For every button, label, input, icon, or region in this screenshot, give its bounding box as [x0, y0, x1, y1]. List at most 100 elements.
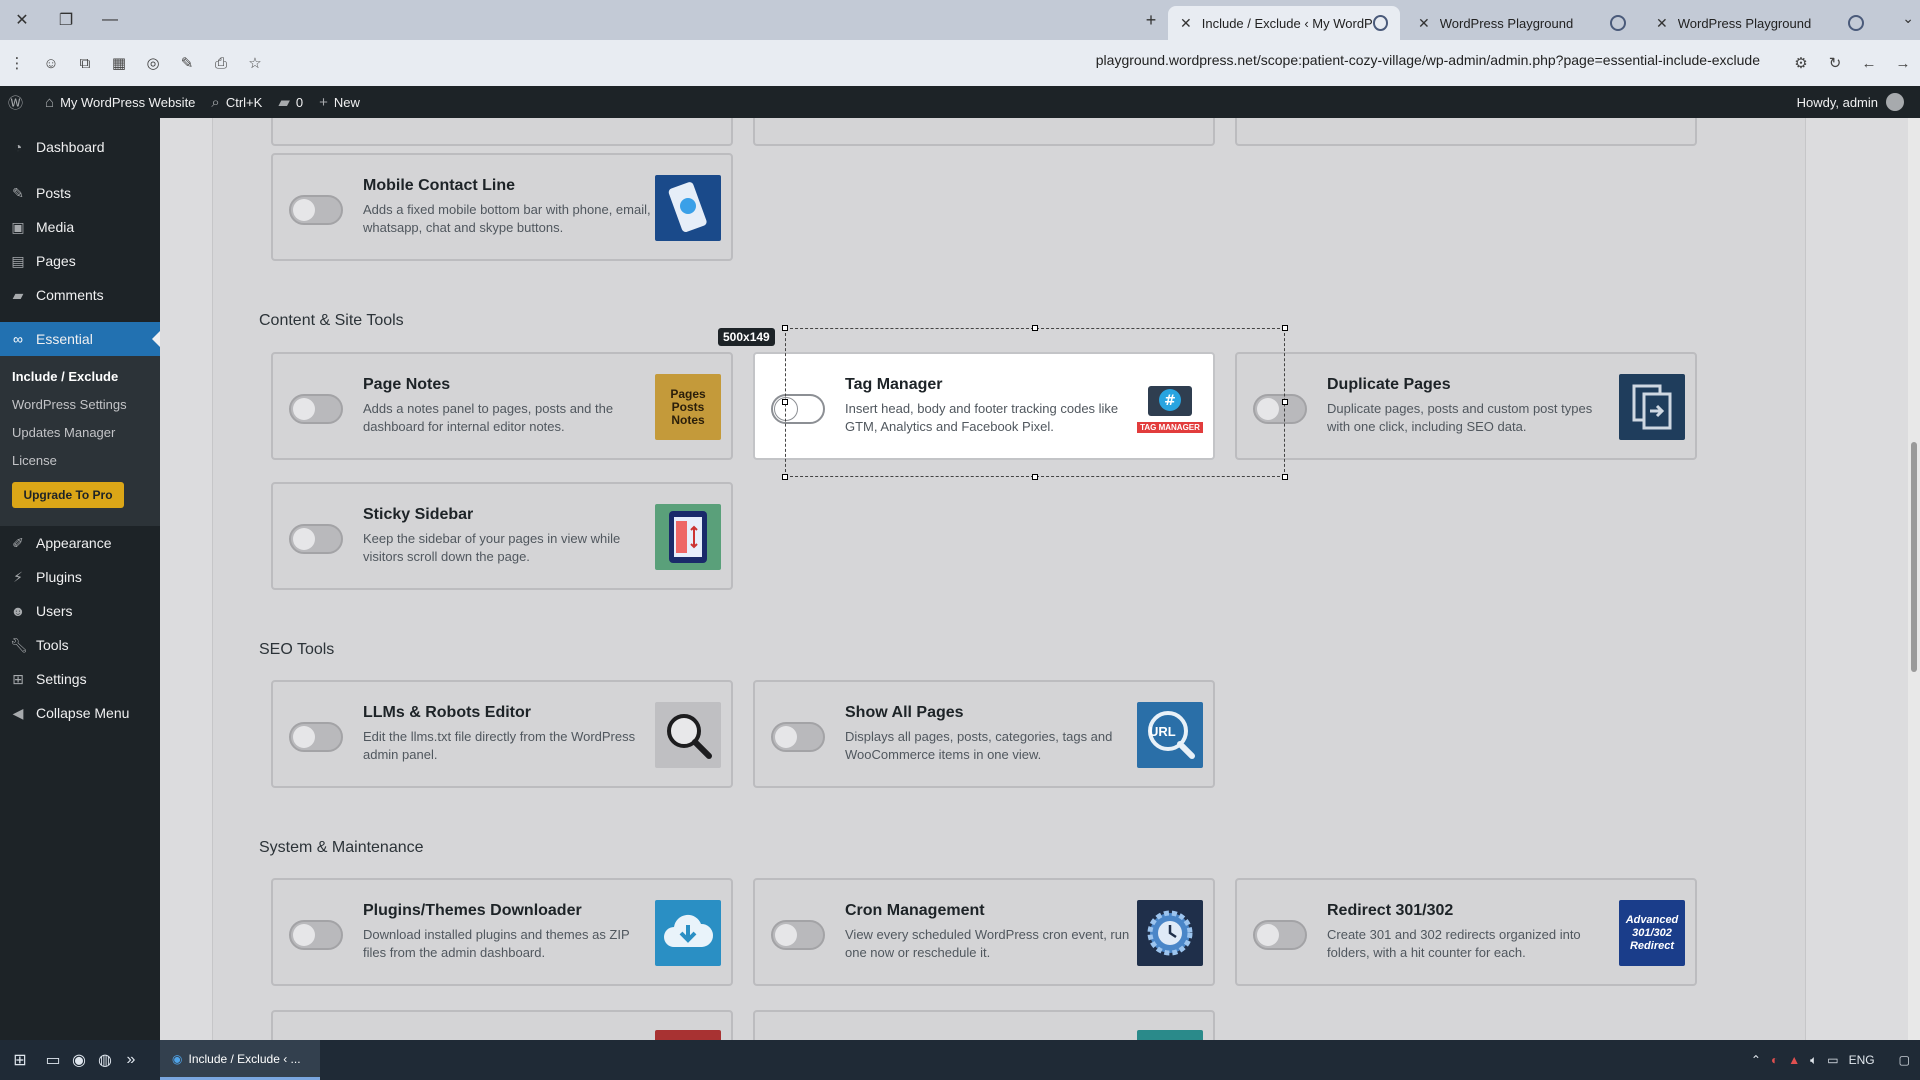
forward-icon[interactable]: →	[1886, 46, 1920, 80]
resize-handle[interactable]	[782, 399, 788, 405]
browser-tab[interactable]: ✕ WordPress Playground	[1644, 6, 1876, 40]
address-bar: ⋮ ☺ ⧉ ▦ ◎ ✎ ⎙ ☆ playground.wordpress.net…	[0, 40, 1920, 86]
upgrade-to-pro-button[interactable]: Upgrade To Pro	[12, 482, 124, 508]
sidebar-item-plugins[interactable]: ⚡ Plugins	[0, 560, 160, 594]
resize-handle[interactable]	[1282, 474, 1288, 480]
sidebar-item-label: Plugins	[36, 569, 82, 585]
more-apps-icon[interactable]: »	[118, 1040, 144, 1080]
site-settings-icon[interactable]: ⚙	[1784, 46, 1818, 80]
qr-icon[interactable]: ▦	[102, 46, 136, 80]
playground-icon	[1610, 15, 1626, 31]
browser-tab-active[interactable]: ✕ Include / Exclude ‹ My WordPre	[1168, 6, 1400, 40]
avatar	[1886, 93, 1904, 111]
extensions-icon[interactable]: ⧉	[68, 46, 102, 80]
resize-handle[interactable]	[782, 325, 788, 331]
back-icon[interactable]: ←	[1852, 46, 1886, 80]
sidebar-item-media[interactable]: ▣ Media	[0, 210, 160, 244]
chrome-icon: ◉	[172, 1051, 183, 1066]
resize-handle[interactable]	[782, 474, 788, 480]
notifications-icon[interactable]: ▢	[1899, 1053, 1910, 1067]
minimize-window-icon[interactable]: —	[88, 0, 132, 40]
site-name: My WordPress Website	[60, 94, 196, 110]
wordpress-icon	[1848, 15, 1864, 31]
resize-handle[interactable]	[1032, 325, 1038, 331]
close-tab-icon[interactable]: ✕	[1180, 15, 1192, 32]
scrollbar-thumb[interactable]	[1911, 442, 1917, 672]
account-menu[interactable]: Howdy, admin	[1797, 86, 1904, 118]
comment-icon: ▰	[12, 286, 24, 303]
sidebar-item-posts[interactable]: ✎ Posts	[0, 176, 160, 210]
sidebar-item-label: Media	[36, 219, 75, 235]
submenu-license[interactable]: License	[0, 446, 160, 474]
sidebar-item-tools[interactable]: 🔧︎ Tools	[0, 628, 160, 662]
reload-icon[interactable]: ↻	[1818, 46, 1852, 80]
sidebar-item-users[interactable]: ☻ Users	[0, 594, 160, 628]
pen-icon[interactable]: ✎	[170, 46, 204, 80]
sidebar-item-label: Dashboard	[36, 139, 105, 155]
chevron-up-icon[interactable]: ⌃	[1751, 1053, 1761, 1067]
sidebar-item-comments[interactable]: ▰ Comments	[0, 278, 160, 312]
firefox-icon[interactable]: ◍	[92, 1040, 118, 1080]
sidebar-item-label: Comments	[36, 287, 104, 303]
home-icon: ⌂	[45, 93, 55, 111]
screenshot-selection[interactable]	[782, 325, 1288, 480]
new-label: New	[333, 94, 360, 110]
extension-icon[interactable]: ◎	[136, 46, 170, 80]
volume-icon[interactable]: 🔈︎	[1810, 1053, 1817, 1068]
sidebar-item-essential[interactable]: ∞ Essential	[0, 322, 160, 356]
alert-icon[interactable]: ▲	[1788, 1053, 1800, 1067]
taskbar-app-chrome[interactable]: ◉ Include / Exclude ‹ ...	[160, 1040, 320, 1080]
file-explorer-icon[interactable]: ▭	[40, 1040, 66, 1080]
menu-dots-icon[interactable]: ⋮	[0, 46, 34, 80]
bookmark-star-icon[interactable]: ☆	[238, 46, 272, 80]
wp-admin-bar: Ⓦ ⌂ My WordPress Website ⌕ Ctrl+K ▰ 0 + New …	[0, 86, 1920, 118]
tab-title: WordPress Playground	[1677, 15, 1812, 31]
sidebar-item-label: Collapse Menu	[36, 705, 130, 721]
close-tab-icon[interactable]: ✕	[1656, 15, 1668, 32]
sidebar-item-label: Users	[36, 603, 73, 619]
submenu-wordpress-settings[interactable]: WordPress Settings	[0, 390, 160, 418]
resize-handle[interactable]	[1282, 325, 1288, 331]
close-window-icon[interactable]: ✕	[0, 0, 44, 40]
restore-window-icon[interactable]: ❐	[44, 0, 88, 40]
close-tab-icon[interactable]: ✕	[1418, 15, 1430, 32]
security-icon[interactable]: ◐	[1771, 1053, 1778, 1067]
comments-link[interactable]: ▰ 0	[270, 86, 311, 118]
sidebar-item-appearance[interactable]: ✐ Appearance	[0, 526, 160, 560]
url-field[interactable]: playground.wordpress.net/scope:patient-c…	[1040, 52, 1760, 68]
admin-sidebar: ◔ Dashboard ✎ Posts ▣ Media ▤ Pages ▰ Comment…	[0, 118, 160, 1040]
submenu-include-exclude[interactable]: Include / Exclude	[0, 362, 160, 390]
submenu-updates-manager[interactable]: Updates Manager	[0, 418, 160, 446]
site-name-link[interactable]: ⌂ My WordPress Website	[37, 86, 203, 118]
profile-icon[interactable]: ☺	[34, 46, 68, 80]
windows-taskbar: ⊞ ▭ ◉ ◍ » ◉ Include / Exclude ‹ ... ⌃ ◐ …	[0, 1040, 1920, 1080]
dashboard-icon: ◔	[13, 139, 23, 155]
print-icon[interactable]: ⎙	[204, 46, 238, 80]
selection-size-label: 500x149	[718, 328, 775, 346]
network-icon[interactable]: ▭	[1827, 1053, 1838, 1067]
new-tab-icon[interactable]: +	[1138, 8, 1164, 32]
sidebar-item-label: Settings	[36, 671, 87, 687]
plus-icon: +	[319, 93, 328, 111]
command-palette-button[interactable]: ⌕ Ctrl+K	[203, 86, 270, 118]
tab-title: WordPress Playground	[1439, 15, 1574, 31]
browser-tab[interactable]: ✕ WordPress Playground	[1406, 6, 1638, 40]
sidebar-item-collapse[interactable]: ◀ Collapse Menu	[0, 696, 160, 730]
sidebar-item-label: Tools	[36, 637, 69, 653]
page-scrollbar[interactable]	[1908, 118, 1920, 1040]
playground-icon	[1372, 15, 1388, 31]
comment-icon: ▰	[278, 94, 290, 111]
brush-icon: ✐	[12, 534, 24, 551]
resize-handle[interactable]	[1032, 474, 1038, 480]
tab-menu-icon[interactable]: ⌄	[1902, 10, 1914, 27]
resize-handle[interactable]	[1282, 399, 1288, 405]
start-icon[interactable]: ⊞	[0, 1040, 40, 1080]
language-indicator[interactable]: ENG	[1849, 1053, 1875, 1067]
sidebar-item-pages[interactable]: ▤ Pages	[0, 244, 160, 278]
wordpress-logo-icon[interactable]: Ⓦ	[0, 86, 37, 118]
new-content-link[interactable]: + New	[311, 86, 368, 118]
sidebar-item-settings[interactable]: ⊞ Settings	[0, 662, 160, 696]
chrome-icon[interactable]: ◉	[66, 1040, 92, 1080]
search-shortcut: Ctrl+K	[225, 94, 263, 110]
sidebar-item-dashboard[interactable]: ◔ Dashboard	[0, 130, 160, 164]
